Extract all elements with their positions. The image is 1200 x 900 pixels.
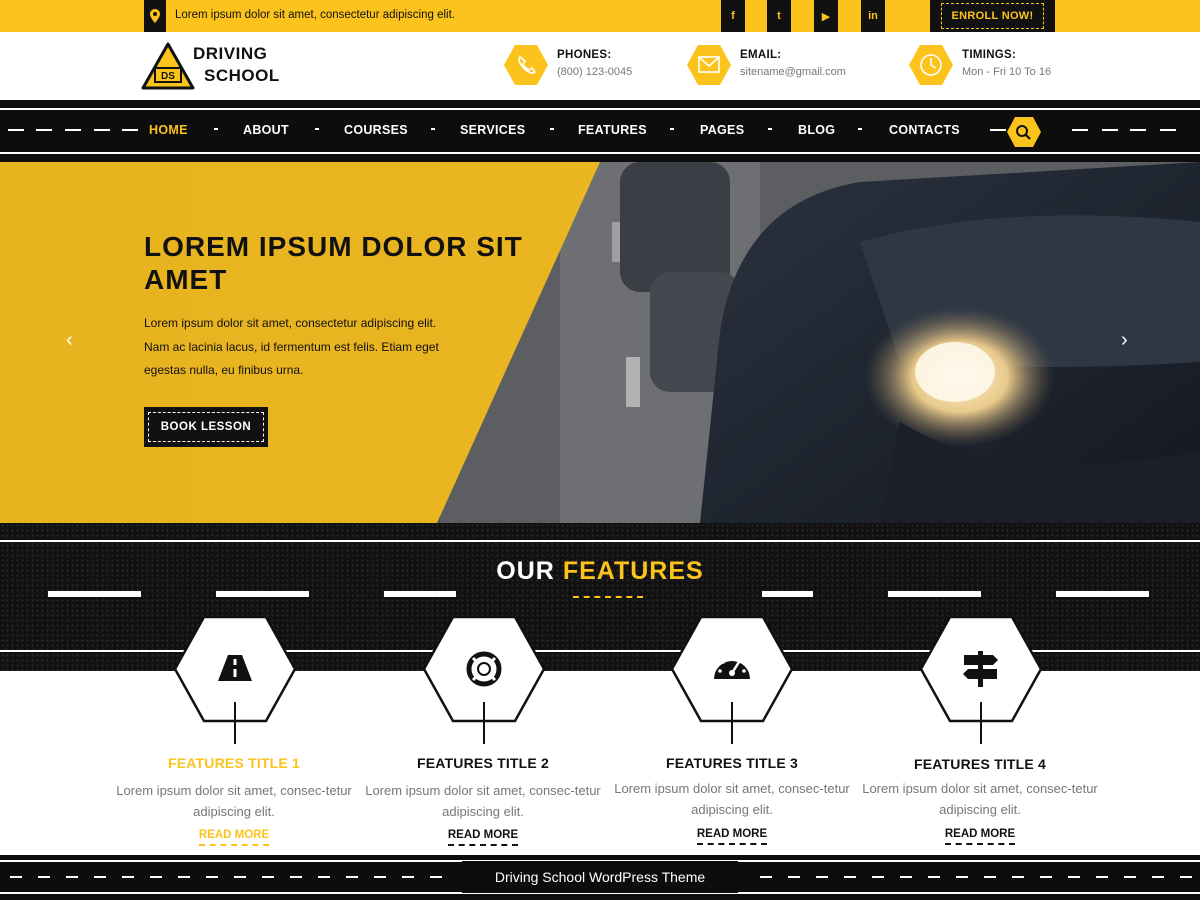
feature-title-1[interactable]: FEATURES TITLE 1 <box>114 755 354 771</box>
logo-text-line2[interactable]: SCHOOL <box>204 66 280 86</box>
read-more-link-3[interactable]: READ MORE <box>612 828 852 845</box>
nav-item-services[interactable]: SERVICES <box>460 123 525 137</box>
read-more-label: READ MORE <box>696 828 768 845</box>
nav-road-line-top <box>0 108 1200 110</box>
feature-stem <box>483 702 485 744</box>
nav-road-dash <box>36 129 52 131</box>
logo-badge-text: DS <box>161 71 175 82</box>
search-icon[interactable] <box>1006 116 1042 148</box>
feature-desc-3: Lorem ipsum dolor sit amet, consec-tetur… <box>614 781 850 817</box>
nav-road-dash <box>1130 129 1146 131</box>
read-more-label: READ MORE <box>198 829 270 846</box>
hero-slider: LOREM IPSUM DOLOR SIT AMET Lorem ipsum d… <box>0 162 1200 523</box>
facebook-icon[interactable]: f <box>721 0 745 32</box>
feature-desc-1: Lorem ipsum dolor sit amet, consec-tetur… <box>116 783 352 819</box>
map-pin-icon <box>144 0 166 32</box>
topbar-address: Lorem ipsum dolor sit amet, consectetur … <box>175 9 455 21</box>
nav-item-contacts[interactable]: CONTACTS <box>889 123 960 137</box>
nav-separator <box>670 128 674 130</box>
chevron-right-icon[interactable]: › <box>1121 330 1128 350</box>
features-title-part2: FEATURES <box>562 557 704 585</box>
top-bar: Lorem ipsum dolor sit amet, consectetur … <box>0 0 1200 32</box>
linkedin-icon[interactable]: in <box>861 0 885 32</box>
phone-icon <box>504 45 548 85</box>
main-nav: HOME ABOUT COURSES SERVICES FEATURES PAG… <box>0 100 1200 162</box>
feature-title-4[interactable]: FEATURES TITLE 4 <box>860 756 1100 772</box>
timings-label: TIMINGS: <box>962 49 1017 61</box>
phones-label: PHONES: <box>557 49 612 61</box>
feature-stem <box>234 702 236 744</box>
nav-separator <box>550 128 554 130</box>
nav-road-dash <box>8 129 24 131</box>
read-more-link-4[interactable]: READ MORE <box>860 828 1100 845</box>
nav-item-about[interactable]: ABOUT <box>243 123 289 137</box>
phones-value[interactable]: (800) 123-0045 <box>557 66 632 78</box>
features-road-dash <box>888 591 981 597</box>
features-road-dash <box>762 591 813 597</box>
nav-separator <box>768 128 772 130</box>
nav-item-features[interactable]: FEATURES <box>578 123 647 137</box>
feature-title-2[interactable]: FEATURES TITLE 2 <box>363 755 603 771</box>
read-more-label: READ MORE <box>944 828 1016 845</box>
nav-separator <box>315 128 319 130</box>
logo-text-line1[interactable]: DRIVING <box>193 44 267 64</box>
hero-title: LOREM IPSUM DOLOR SIT AMET <box>144 231 523 295</box>
feature-title-3[interactable]: FEATURES TITLE 3 <box>612 755 852 771</box>
email-value[interactable]: sitename@gmail.com <box>740 66 846 78</box>
youtube-icon[interactable]: ▶ <box>814 0 838 32</box>
email-icon <box>687 45 731 85</box>
email-label: EMAIL: <box>740 49 782 61</box>
feature-desc-2: Lorem ipsum dolor sit amet, consec-tetur… <box>365 783 601 819</box>
book-lesson-label: BOOK LESSON <box>147 412 265 442</box>
nav-road-dash <box>122 129 138 131</box>
read-more-link-2[interactable]: READ MORE <box>363 829 603 846</box>
nav-item-blog[interactable]: BLOG <box>798 123 835 137</box>
nav-road-dash <box>94 129 110 131</box>
site-footer: Driving School WordPress Theme <box>0 855 1200 900</box>
twitter-icon[interactable]: t <box>767 0 791 32</box>
logo-triangle-icon[interactable]: DS <box>141 42 195 90</box>
clock-icon <box>909 45 953 85</box>
footer-credit: Driving School WordPress Theme <box>494 869 706 885</box>
read-more-link-1[interactable]: READ MORE <box>114 829 354 846</box>
feature-stem <box>980 702 982 744</box>
nav-road-dash <box>1072 129 1088 131</box>
nav-item-home[interactable]: HOME <box>149 123 188 137</box>
nav-road-line-bottom <box>0 152 1200 154</box>
read-more-label: READ MORE <box>447 829 519 846</box>
feature-desc-4: Lorem ipsum dolor sit amet, consec-tetur… <box>862 781 1098 817</box>
nav-item-pages[interactable]: PAGES <box>700 123 744 137</box>
nav-item-courses[interactable]: COURSES <box>344 123 408 137</box>
features-title-part1: OUR <box>496 557 555 585</box>
features-title-underline <box>573 596 643 598</box>
hero-description: Lorem ipsum dolor sit amet, consectetur … <box>144 316 439 377</box>
nav-road-dash <box>1160 129 1176 131</box>
timings-value: Mon - Fri 10 To 16 <box>962 66 1052 78</box>
nav-road-dash <box>65 129 81 131</box>
features-road-line-top <box>0 540 1200 542</box>
nav-separator <box>858 128 862 130</box>
nav-road-dash <box>1102 129 1118 131</box>
nav-separator <box>431 128 435 130</box>
chevron-left-icon[interactable]: ‹ <box>66 330 73 350</box>
nav-road-dash <box>990 129 1006 131</box>
nav-separator <box>214 128 218 130</box>
features-road-dash <box>384 591 456 597</box>
features-road-dash <box>1056 591 1149 597</box>
enroll-now-label: ENROLL NOW! <box>940 3 1045 29</box>
book-lesson-button[interactable]: BOOK LESSON <box>144 407 268 447</box>
features-road-dash <box>216 591 309 597</box>
features-section-title: OUR FEATURES <box>0 557 1200 586</box>
features-road-dash <box>48 591 141 597</box>
enroll-now-button[interactable]: ENROLL NOW! <box>930 0 1055 32</box>
feature-stem <box>731 702 733 744</box>
site-header: DS DRIVING SCHOOL PHONES: (800) 123-0045… <box>0 32 1200 100</box>
